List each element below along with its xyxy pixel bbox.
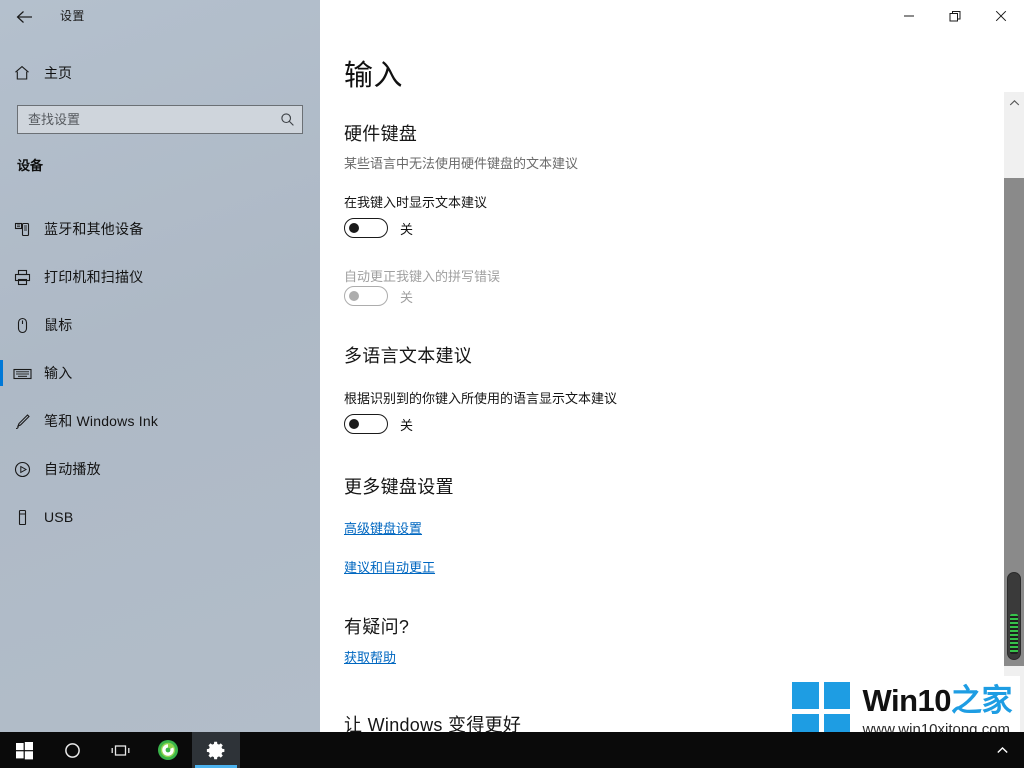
bluetooth-devices-icon (0, 220, 44, 239)
scrollbar-thumb-grip (1010, 614, 1018, 654)
watermark-brand-suffix: 之家 (951, 683, 1013, 718)
link-advanced-keyboard-settings[interactable]: 高级键盘设置 (344, 518, 422, 537)
task-view-icon (111, 744, 129, 756)
scrollbar-thumb[interactable] (1007, 572, 1021, 660)
sidebar-item-label: 蓝牙和其他设备 (44, 221, 144, 237)
sidebar-item-label: 打印机和扫描仪 (44, 269, 144, 285)
windows-logo-icon (15, 741, 33, 759)
window-controls (886, 0, 1024, 32)
autoplay-icon (0, 460, 44, 479)
page-title: 输入 (344, 60, 404, 92)
sidebar-item-label: USB (44, 509, 74, 525)
link-suggestions-autocorrect[interactable]: 建议和自动更正 (344, 557, 435, 576)
minimize-icon (904, 15, 914, 17)
sidebar-item-label: 自动播放 (44, 461, 101, 477)
printer-icon (0, 268, 44, 287)
circle-icon (64, 742, 80, 758)
360-browser-icon (158, 740, 178, 760)
home-label: 主页 (44, 65, 72, 81)
vertical-scrollbar[interactable] (1004, 92, 1024, 732)
toggle-multilingual-suggestions[interactable] (344, 414, 388, 434)
gear-icon (206, 741, 224, 759)
watermark-text: Win10之家 www.win10xitong.com (862, 685, 1012, 737)
toggle-knob (349, 291, 359, 301)
search-input[interactable] (18, 106, 302, 133)
section-heading-improve-windows: 让 Windows 变得更好 (344, 715, 522, 732)
toggle-autocorrect-misspelled (344, 286, 388, 306)
scrollbar-track[interactable] (1004, 178, 1024, 666)
mouse-icon (0, 316, 44, 335)
search-box[interactable] (17, 105, 303, 134)
sidebar-item-printers[interactable]: 打印机和扫描仪 (0, 253, 320, 301)
sidebar-item-label: 输入 (44, 365, 73, 381)
toggle-show-text-suggestions[interactable] (344, 218, 388, 238)
taskbar (0, 732, 1024, 768)
setting-label-show-suggestions: 在我键入时显示文本建议 (344, 195, 488, 210)
link-get-help[interactable]: 获取帮助 (344, 647, 396, 666)
start-button[interactable] (0, 732, 48, 768)
cortana-search-button[interactable] (48, 732, 96, 768)
section-heading-multilingual: 多语言文本建议 (344, 346, 473, 366)
maximize-button[interactable] (932, 0, 978, 32)
sidebar-item-mouse[interactable]: 鼠标 (0, 301, 320, 349)
usb-icon (0, 508, 44, 527)
restore-icon (949, 10, 960, 21)
sidebar-item-home[interactable]: 主页 (0, 58, 320, 88)
app-title: 设置 (60, 9, 85, 23)
toggle-state-label: 关 (400, 417, 414, 433)
chevron-up-icon (996, 746, 1008, 753)
home-icon (0, 64, 44, 82)
section-description-hardware-keyboard: 某些语言中无法使用硬件键盘的文本建议 (344, 156, 579, 171)
sidebar-item-typing[interactable]: 输入 (0, 349, 320, 397)
sidebar-item-label: 笔和 Windows Ink (44, 413, 159, 429)
pen-icon (0, 412, 44, 431)
section-heading-questions: 有疑问? (344, 617, 410, 637)
sidebar: 设置 主页 设备 (0, 0, 320, 732)
toggle-knob (349, 419, 359, 429)
main-content: 输入 硬件键盘 某些语言中无法使用硬件键盘的文本建议 在我键入时显示文本建议 关… (320, 0, 1024, 732)
keyboard-icon (0, 364, 44, 383)
system-tray (980, 732, 1024, 768)
search-container (17, 105, 303, 134)
toggle-row-autocorrect: 关 (344, 286, 413, 306)
toggle-row-multilingual: 关 (344, 414, 413, 434)
close-icon (995, 10, 1007, 22)
toggle-state-label: 关 (400, 221, 414, 237)
back-button[interactable] (10, 4, 40, 30)
toggle-state-label: 关 (400, 289, 414, 305)
toggle-row-show-suggestions: 关 (344, 218, 413, 238)
settings-button[interactable] (192, 732, 240, 768)
sidebar-item-pen-windows-ink[interactable]: 笔和 Windows Ink (0, 397, 320, 445)
browser-360-button[interactable] (144, 732, 192, 768)
back-arrow-icon (16, 11, 32, 23)
sidebar-group-title: 设备 (17, 158, 44, 173)
settings-window: 设置 主页 设备 (0, 0, 1024, 768)
selection-indicator (0, 360, 3, 386)
section-heading-hardware-keyboard: 硬件键盘 (344, 124, 418, 144)
setting-label-autocorrect: 自动更正我键入的拼写错误 (344, 269, 501, 284)
section-heading-more-keyboard: 更多键盘设置 (344, 477, 454, 497)
sidebar-item-bluetooth[interactable]: 蓝牙和其他设备 (0, 205, 320, 253)
toggle-knob (349, 223, 359, 233)
scroll-up-button[interactable] (1004, 92, 1024, 114)
watermark-brand: Win10 (862, 683, 951, 718)
sidebar-item-label: 鼠标 (44, 317, 73, 333)
section-description-multilingual: 根据识别到的你键入所使用的语言显示文本建议 (344, 391, 618, 406)
search-icon[interactable] (278, 111, 296, 129)
minimize-button[interactable] (886, 0, 932, 32)
sidebar-item-autoplay[interactable]: 自动播放 (0, 445, 320, 493)
close-button[interactable] (978, 0, 1024, 32)
window-titlebar-left: 设置 (0, 0, 320, 32)
task-view-button[interactable] (96, 732, 144, 768)
chevron-up-icon (1009, 100, 1019, 106)
show-hidden-icons-button[interactable] (980, 732, 1024, 768)
sidebar-nav: 蓝牙和其他设备 打印机和扫描仪 鼠标 输入 笔和 Windows Ink 自动播… (0, 205, 320, 541)
sidebar-item-usb[interactable]: USB (0, 493, 320, 541)
